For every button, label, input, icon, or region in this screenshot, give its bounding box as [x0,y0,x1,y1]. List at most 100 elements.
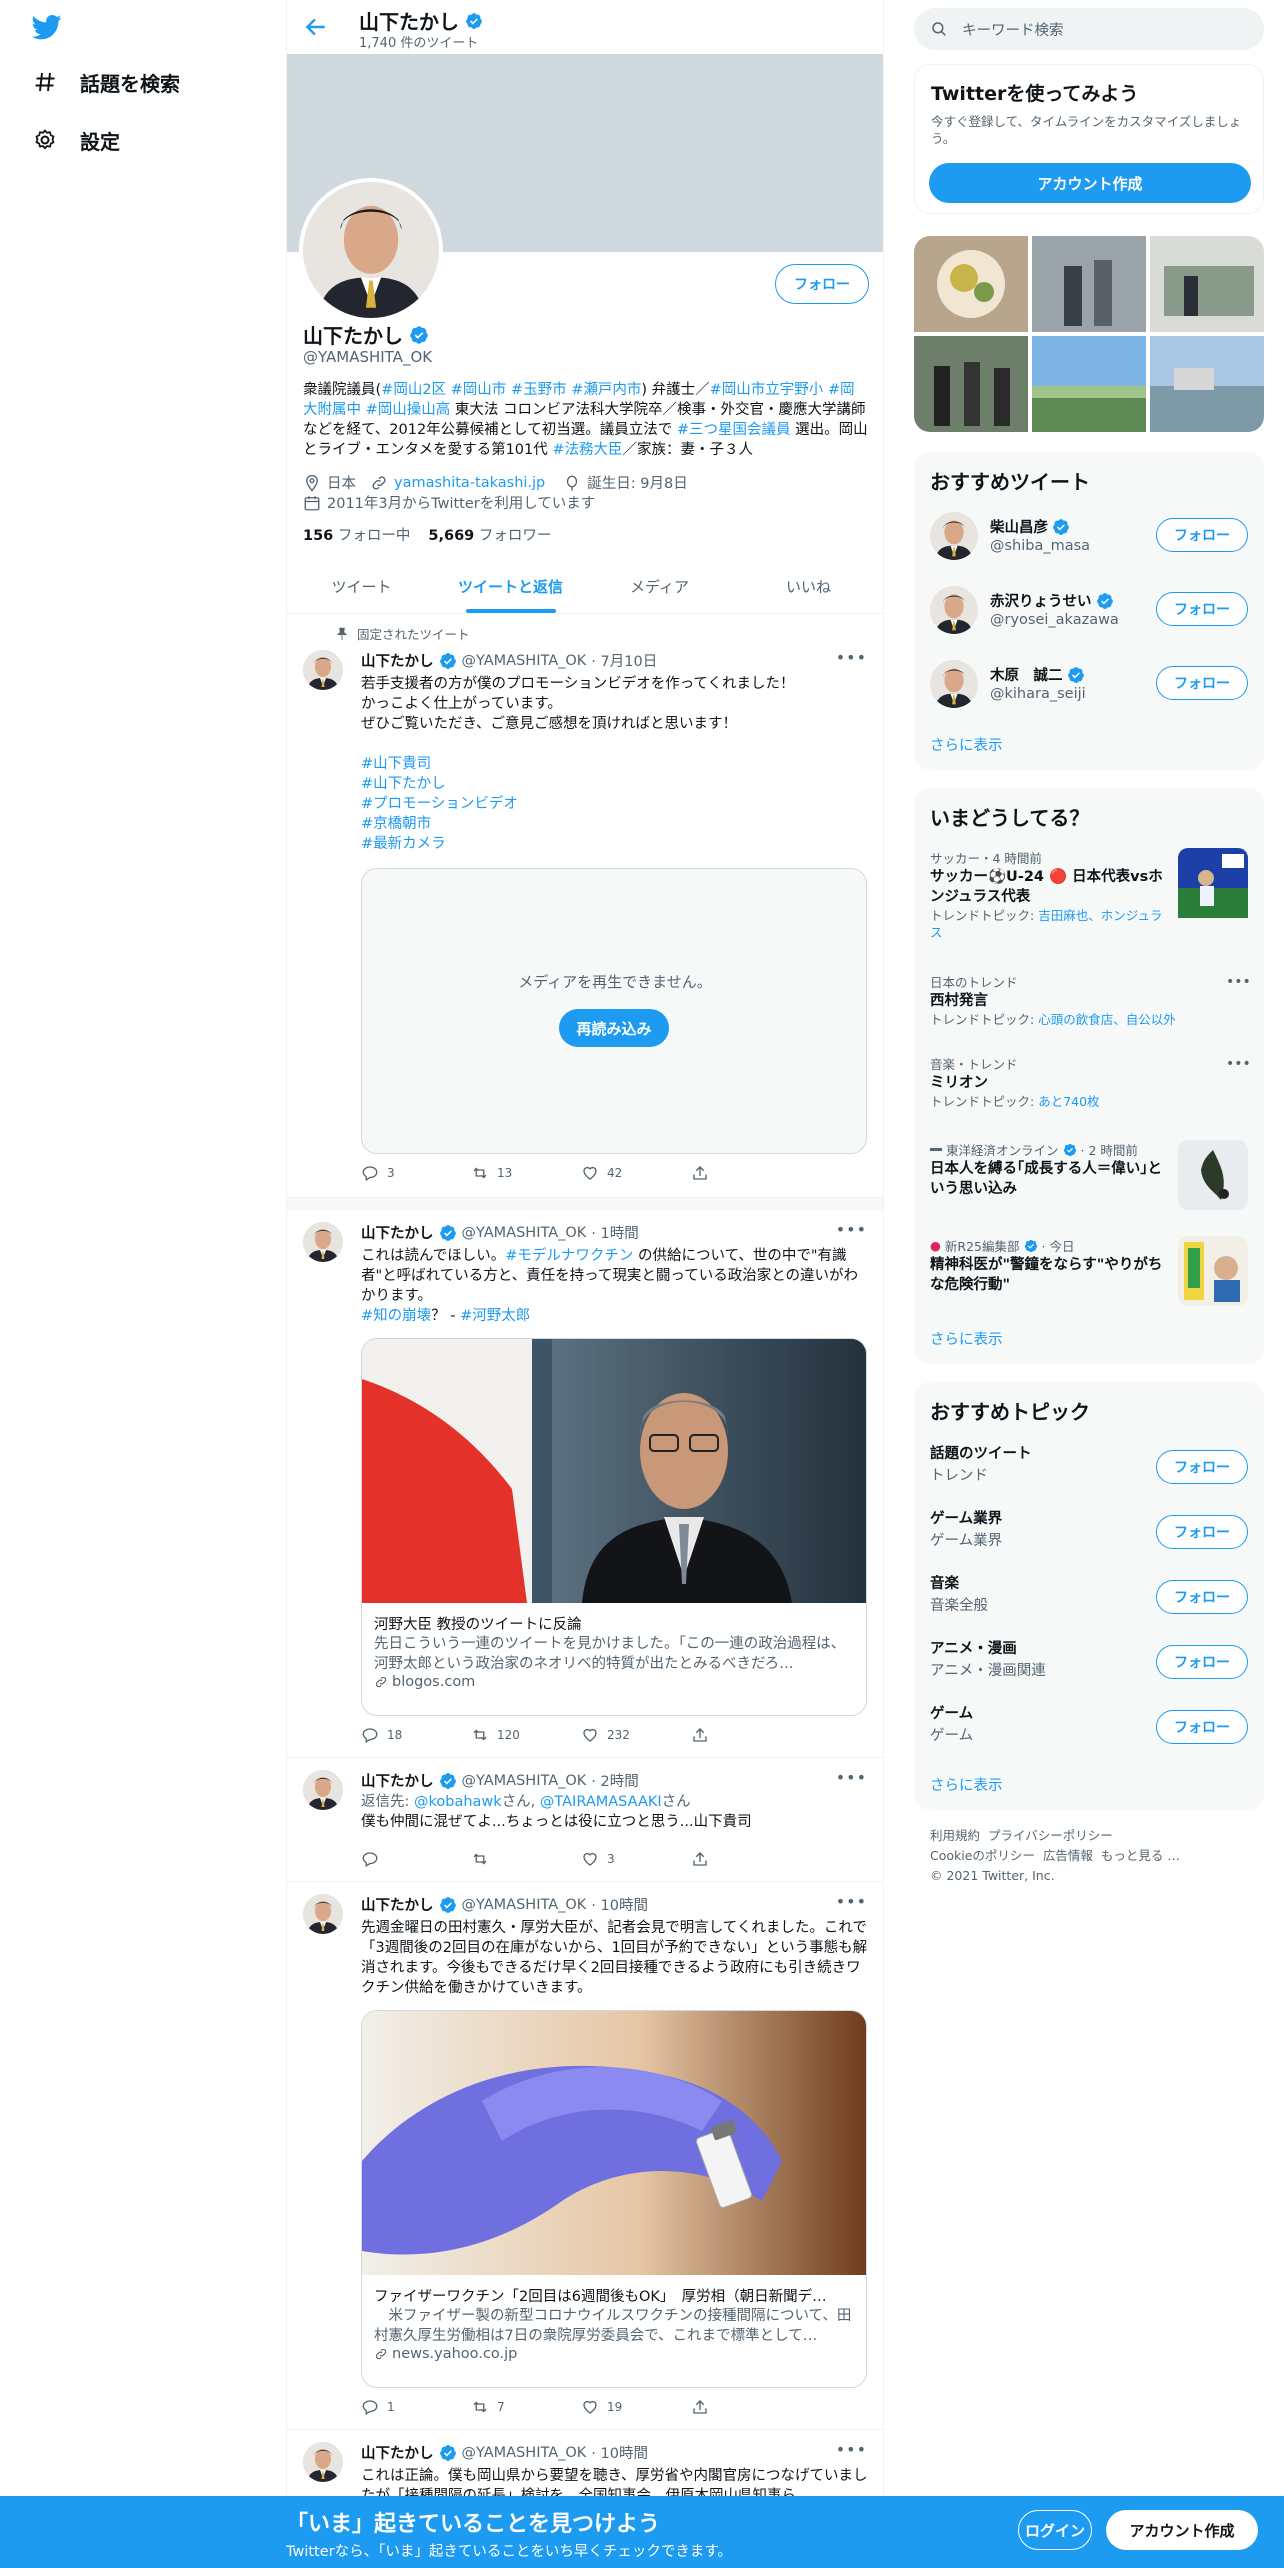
search-box[interactable]: キーワード検索 [914,8,1264,50]
signup-button[interactable]: アカウント作成 [929,163,1251,203]
tweet-time[interactable]: · 7月10日 [591,650,657,671]
share-button[interactable] [691,1726,801,1744]
hashtag-link[interactable]: #岡山市立宇野小 [710,382,824,398]
followers-stat[interactable]: 5,669 フォロワー [428,524,551,545]
recommended-account-row[interactable]: 柴山昌彦 @shiba_masa フォロー [930,508,1252,564]
reply-button[interactable]: 3 [361,1164,471,1182]
follow-button[interactable]: フォロー [1156,518,1248,552]
follow-button[interactable]: フォロー [1156,1580,1248,1614]
reply-button[interactable]: 1 [361,2398,471,2416]
tab-media[interactable]: メディア [585,560,734,613]
hashtag-link[interactable]: #河野太郎 [460,1308,530,1324]
hashtag-link[interactable]: #法務大臣 [552,442,622,458]
hashtag-link[interactable]: #京橋朝市 [361,816,431,832]
nav-explore[interactable]: 話題を検索 [32,62,180,102]
like-button[interactable]: 19 [581,2398,691,2416]
trend-topic-link[interactable]: 心頭の飲食店、自公以外 [1038,1012,1176,1027]
more-icon[interactable]: ••• [836,1892,867,1911]
like-button[interactable]: 232 [581,1726,691,1744]
following-stat[interactable]: 156 フォロー中 [303,524,410,545]
profile-website-link[interactable]: yamashita-takashi.jp [394,475,545,491]
topic-row[interactable]: 話題のツイート トレンド フォロー [930,1442,1252,1492]
trend-item[interactable]: ● 新R25編集部 · 今日 精神科医が"警鐘をならす"やりがちな危険行動" [930,1236,1170,1295]
footer-link-terms[interactable]: 利用規約 [930,1828,980,1843]
share-button[interactable] [691,1850,801,1868]
retweet-button[interactable]: 7 [471,2398,581,2416]
trend-item[interactable]: 日本のトレンド 西村発言 トレンドトピック: 心頭の飲食店、自公以外 [930,972,1252,1028]
topic-row[interactable]: アニメ・漫画 アニメ・漫画関連 フォロー [930,1637,1252,1687]
tweet-author-name[interactable]: 山下たかし [361,1222,434,1243]
follow-button[interactable]: フォロー [1156,1645,1248,1679]
reply-button[interactable]: 18 [361,1726,471,1744]
tab-tweets-and-replies[interactable]: ツイートと返信 [436,560,585,613]
twitter-logo-icon[interactable] [32,12,62,42]
follow-button[interactable]: フォロー [1156,1710,1248,1744]
search-input[interactable]: キーワード検索 [962,19,1064,40]
reply-mention-link[interactable]: @kobahawk [414,1794,502,1810]
tweet-time[interactable]: · 2時間 [591,1770,638,1791]
hashtag-link[interactable]: #山下たかし [361,776,446,792]
reply-button[interactable] [361,1850,471,1868]
media-grid-images[interactable] [914,236,1264,432]
tweet-time[interactable]: · 1時間 [591,1222,638,1243]
back-arrow-icon[interactable] [303,14,329,40]
tweet-time[interactable]: · 10時間 [591,2442,648,2463]
reply-mention-link[interactable]: @TAIRAMASAAKI [540,1794,662,1810]
topic-row[interactable]: ゲーム業界 ゲーム業界 フォロー [930,1507,1252,1557]
retweet-button[interactable] [471,1850,581,1868]
recommended-show-more-link[interactable]: さらに表示 [930,734,1003,755]
tweet-avatar[interactable] [303,1222,343,1262]
tweet-author-name[interactable]: 山下たかし [361,2442,434,2463]
tweet-item[interactable]: 山下たかし @YAMASHITA_OK · 1時間 ••• これは読んでほしい。… [287,1210,883,1758]
more-icon[interactable]: ••• [1226,974,1251,990]
tweet-item[interactable]: 山下たかし @YAMASHITA_OK · 2時間 ••• 返信先: @koba… [287,1758,883,1882]
tweet-avatar[interactable] [303,1894,343,1934]
reload-button[interactable]: 再読み込み [559,1009,669,1047]
tweet-author-name[interactable]: 山下たかし [361,650,434,671]
tweet-time[interactable]: · 10時間 [591,1894,648,1915]
share-button[interactable] [691,1164,801,1182]
more-icon[interactable]: ••• [836,2440,867,2459]
more-icon[interactable]: ••• [836,1220,867,1239]
signup-button-bottom[interactable]: アカウント作成 [1106,2510,1258,2550]
hashtag-link[interactable]: #岡山操山高 [366,402,451,418]
follow-button[interactable]: フォロー [1156,592,1248,626]
tweet-author-name[interactable]: 山下たかし [361,1894,434,1915]
like-button[interactable]: 3 [581,1850,691,1868]
hashtag-link[interactable]: #三つ星国会議員 [677,422,791,438]
avatar[interactable] [930,660,978,708]
hashtag-link[interactable]: #知の崩壊 [361,1308,431,1324]
hashtag-link[interactable]: #モデルナワクチン [505,1248,633,1264]
hashtag-link[interactable]: #玉野市 [511,382,567,398]
recommended-account-row[interactable]: 木原 誠二 @kihara_seiji フォロー [930,656,1252,712]
more-icon[interactable]: ••• [1226,1056,1251,1072]
profile-avatar[interactable] [299,178,443,322]
footer-link-cookies[interactable]: Cookieのポリシー [930,1848,1035,1863]
topic-row[interactable]: 音楽 音楽全般 フォロー [930,1572,1252,1622]
more-icon[interactable]: ••• [836,648,867,667]
trend-topic-link[interactable]: あと740枚 [1038,1094,1099,1109]
follow-button[interactable]: フォロー [1156,1450,1248,1484]
footer-link-more[interactable]: もっと見る … [1101,1848,1180,1863]
hashtag-link[interactable]: #岡山市 [451,382,507,398]
footer-link-ads[interactable]: 広告情報 [1043,1848,1093,1863]
share-button[interactable] [691,2398,801,2416]
retweet-button[interactable]: 120 [471,1726,581,1744]
avatar[interactable] [930,586,978,634]
follow-button[interactable]: フォロー [1156,666,1248,700]
hashtag-link[interactable]: #瀬戸内市 [571,382,641,398]
recommended-account-row[interactable]: 赤沢りょうせい @ryosei_akazawa フォロー [930,582,1252,638]
topics-show-more-link[interactable]: さらに表示 [930,1774,1003,1795]
tab-tweets[interactable]: ツイート [287,560,436,613]
tweet-avatar[interactable] [303,1770,343,1810]
link-card[interactable]: ファイザーワクチン「2回目は6週間後もOK」 厚労相（朝日新聞デ… 米ファイザー… [361,2010,867,2388]
tweet-item[interactable]: 固定されたツイート 山下たかし @YAMASHITA_OK · 7月10日 ••… [287,614,883,1198]
tweet-avatar[interactable] [303,2442,343,2482]
hashtag-link[interactable]: #岡山2区 [381,382,446,398]
avatar[interactable] [930,512,978,560]
profile-follow-button[interactable]: フォロー [775,264,869,304]
trend-item[interactable]: 東洋経済オンライン · 2 時間前 日本人を縛る｢成長する人＝偉い｣という思い込み [930,1140,1170,1199]
more-icon[interactable]: ••• [836,1768,867,1787]
login-button[interactable]: ログイン [1018,2510,1092,2550]
tweet-author-name[interactable]: 山下たかし [361,1770,434,1791]
